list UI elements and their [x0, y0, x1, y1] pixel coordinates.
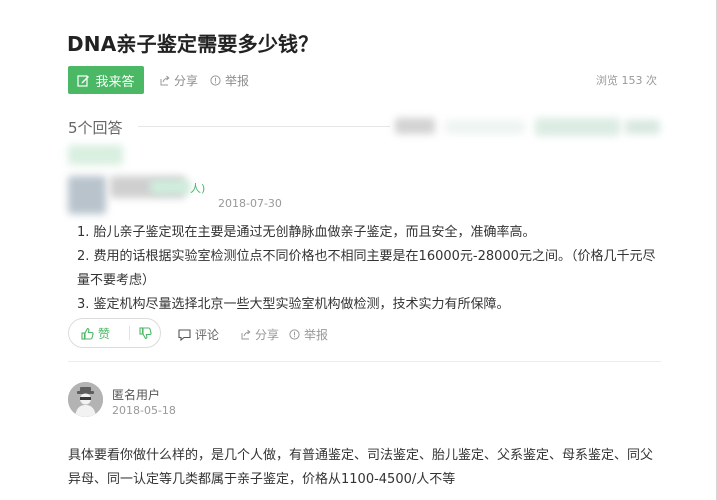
- author-avatar-obscured: [68, 176, 106, 214]
- share-icon: [160, 75, 170, 86]
- answer-count: 5个回答: [68, 119, 123, 137]
- answer1-item: 1. 胎儿亲子鉴定现在主要是通过无创静脉血做亲子鉴定，而且安全，准确率高。: [77, 221, 667, 245]
- report-icon: [289, 329, 300, 340]
- answer2-date: 2018-05-18: [112, 404, 176, 417]
- answer1-item-number: 1.: [77, 225, 90, 240]
- comment-icon: [178, 328, 191, 341]
- mosaic-overlay: [625, 120, 660, 134]
- thumbs-down-icon: [138, 326, 152, 339]
- answer-count-rule: [138, 126, 390, 127]
- question-title: DNA亲子鉴定需要多少钱？: [67, 32, 319, 56]
- answer1-item-number: 2.: [77, 249, 90, 264]
- answer1-item: 2. 费用的话根据实验室检测位点不同价格也不相同主要是在16000元-28000…: [77, 245, 667, 293]
- answer1-date: 2018-07-30: [218, 197, 282, 210]
- report-label: 举报: [304, 328, 329, 342]
- mosaic-overlay: [395, 118, 435, 134]
- vote-widget: 赞: [68, 318, 161, 348]
- like-button[interactable]: 赞: [69, 325, 129, 342]
- mosaic-overlay: [535, 118, 620, 136]
- report-question-link[interactable]: 举报: [210, 72, 249, 89]
- answer-button[interactable]: 我来答: [68, 66, 144, 94]
- report-answer-link[interactable]: 举报: [289, 326, 328, 343]
- answer1-item-number: 3.: [77, 297, 90, 312]
- mosaic-overlay: [68, 145, 123, 165]
- dislike-button[interactable]: [130, 326, 160, 340]
- share-icon: [241, 329, 251, 340]
- share-answer-link[interactable]: 分享: [240, 326, 279, 343]
- comment-label: 评论: [195, 328, 220, 342]
- answer-button-label: 我来答: [95, 74, 135, 90]
- answer2-text: 具体要看你做什么样的，是几个人做，有普通鉴定、司法鉴定、胎儿鉴定、父系鉴定、母系…: [68, 448, 654, 487]
- view-count: 浏览 153 次: [596, 74, 657, 87]
- author-tag: 人): [190, 182, 206, 195]
- mosaic-overlay: [445, 120, 525, 134]
- answer1-item: 3. 鉴定机构尽量选择北京一些大型实验室机构做检测，技术实力有所保障。: [77, 293, 667, 317]
- answer1-item-text: 鉴定机构尽量选择北京一些大型实验室机构做检测，技术实力有所保障。: [93, 297, 510, 312]
- comment-link[interactable]: 评论: [178, 326, 219, 343]
- share-question-link[interactable]: 分享: [159, 72, 198, 89]
- answer1-item-text: 费用的话根据实验室检测位点不同价格也不相同主要是在16000元-28000元之间…: [77, 249, 656, 288]
- edit-icon: [77, 74, 90, 87]
- report-label: 举报: [225, 74, 250, 88]
- answer1-list: 1. 胎儿亲子鉴定现在主要是通过无创静脉血做亲子鉴定，而且安全，准确率高。 2.…: [77, 221, 667, 317]
- answer2-author: 匿名用户: [112, 388, 161, 402]
- answer-divider: [68, 361, 661, 362]
- report-icon: [210, 75, 221, 86]
- share-label: 分享: [255, 328, 280, 342]
- thumbs-up-icon: [81, 327, 94, 340]
- share-label: 分享: [174, 74, 199, 88]
- anonymous-avatar-icon: [68, 382, 103, 417]
- like-label: 赞: [98, 326, 111, 341]
- answer1-item-text: 胎儿亲子鉴定现在主要是通过无创静脉血做亲子鉴定，而且安全，准确率高。: [93, 225, 536, 240]
- author-badge-obscured: [150, 180, 190, 194]
